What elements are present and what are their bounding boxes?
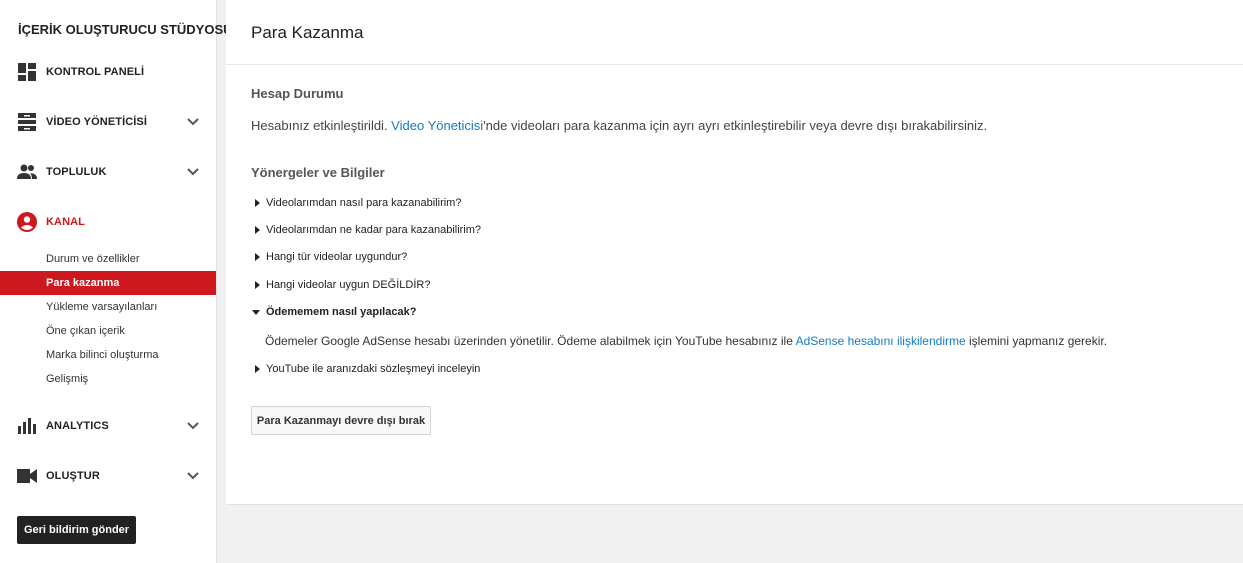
chevron-down-icon[interactable]: [186, 469, 200, 483]
sidebar-item-branding[interactable]: Marka bilinci oluşturma: [0, 343, 216, 367]
bar-chart-icon: [17, 416, 37, 436]
sub-item-label: Öne çıkan içerik: [46, 325, 125, 337]
studio-title: İÇERİK OLUŞTURUCU STÜDYOSU: [18, 22, 233, 37]
faq-answer-before: Ödemeler Google AdSense hesabı üzerinden…: [265, 334, 796, 348]
nav-item-channel[interactable]: KANAL: [0, 207, 216, 237]
video-manager-link[interactable]: Video Yöneticisi: [391, 118, 483, 133]
sidebar-item-status[interactable]: Durum ve özellikler: [0, 247, 216, 271]
sub-item-label: Durum ve özellikler: [46, 253, 140, 265]
faq-item[interactable]: Hangi tür videolar uygundur?: [251, 251, 407, 263]
faq-question: Videolarımdan nasıl para kazanabilirim?: [266, 197, 462, 209]
faq-question: Ödememem nasıl yapılacak?: [266, 306, 417, 318]
caret-right-icon: [255, 226, 260, 234]
chevron-down-icon[interactable]: [186, 419, 200, 433]
account-circle-icon: [17, 212, 37, 232]
nav-label-channel: KANAL: [46, 216, 85, 228]
main-panel: Para Kazanma Hesap Durumu Hesabınız etki…: [226, 0, 1243, 505]
nav-label-community: TOPLULUK: [46, 166, 107, 178]
video-camera-icon: [17, 466, 37, 486]
guidelines-heading: Yönergeler ve Bilgiler: [251, 165, 385, 180]
disable-monetization-button[interactable]: Para Kazanmayı devre dışı bırak: [251, 406, 431, 435]
caret-right-icon: [255, 253, 260, 261]
nav-label-dashboard: KONTROL PANELİ: [46, 66, 145, 78]
sub-item-label: Para kazanma: [46, 277, 120, 289]
faq-question: Hangi videolar uygun DEĞİLDİR?: [266, 279, 431, 291]
account-status-heading: Hesap Durumu: [251, 86, 344, 101]
nav-label-analytics: ANALYTICS: [46, 420, 109, 432]
faq-item[interactable]: Hangi videolar uygun DEĞİLDİR?: [251, 279, 430, 291]
faq-item[interactable]: YouTube ile aranızdaki sözleşmeyi incele…: [251, 363, 480, 375]
nav-item-analytics[interactable]: ANALYTICS: [0, 411, 216, 441]
faq-question: YouTube ile aranızdaki sözleşmeyi incele…: [266, 363, 481, 375]
video-manager-icon: [17, 112, 37, 132]
nav-item-community[interactable]: TOPLULUK: [0, 157, 216, 187]
caret-down-icon: [252, 309, 260, 315]
nav-label-video-manager: VİDEO YÖNETİCİSİ: [46, 116, 148, 128]
caret-right-icon: [255, 199, 260, 207]
sidebar: İÇERİK OLUŞTURUCU STÜDYOSU KONTROL PANEL…: [0, 0, 233, 563]
faq-item[interactable]: Ödememem nasıl yapılacak?: [251, 306, 416, 318]
faq-question: Hangi tür videolar uygundur?: [266, 251, 408, 263]
sidebar-item-upload-defaults[interactable]: Yükleme varsayılanları: [0, 295, 216, 319]
account-status-text-after: 'nde videoları para kazanma için ayrı ay…: [483, 118, 988, 133]
chevron-down-icon[interactable]: [186, 115, 200, 129]
people-icon: [17, 162, 37, 182]
sub-item-label: Marka bilinci oluşturma: [46, 349, 159, 361]
chevron-down-icon[interactable]: [186, 165, 200, 179]
page-title: Para Kazanma: [251, 23, 364, 42]
account-status-text: Hesabınız etkinleştirildi. Video Yönetic…: [251, 118, 987, 133]
sidebar-item-advanced[interactable]: Gelişmiş: [0, 367, 216, 391]
nav-item-dashboard[interactable]: KONTROL PANELİ: [0, 57, 216, 87]
faq-question: Videolarımdan ne kadar para kazanabiliri…: [266, 224, 482, 236]
nav-item-create[interactable]: OLUŞTUR: [0, 461, 216, 491]
send-feedback-button[interactable]: Geri bildirim gönder: [17, 516, 136, 544]
nav-label-create: OLUŞTUR: [46, 470, 100, 482]
sidebar-item-featured[interactable]: Öne çıkan içerik: [0, 319, 216, 343]
sidebar-item-monetization[interactable]: Para kazanma: [0, 271, 216, 295]
main-header: Para Kazanma: [226, 0, 1243, 65]
caret-right-icon: [255, 281, 260, 289]
faq-item[interactable]: Videolarımdan nasıl para kazanabilirim?: [251, 197, 461, 209]
faq-answer-after: işlemini yapmanız gerekir.: [965, 334, 1108, 348]
sub-item-label: Gelişmiş: [46, 373, 89, 385]
sub-item-label: Yükleme varsayılanları: [46, 301, 158, 313]
account-status-text-before: Hesabınız etkinleştirildi.: [251, 118, 392, 133]
adsense-link[interactable]: AdSense hesabını ilişkilendirme: [796, 334, 966, 348]
faq-item[interactable]: Videolarımdan ne kadar para kazanabiliri…: [251, 224, 481, 236]
nav-item-video-manager[interactable]: VİDEO YÖNETİCİSİ: [0, 107, 216, 137]
faq-answer: Ödemeler Google AdSense hesabı üzerinden…: [265, 334, 1107, 348]
dashboard-icon: [17, 62, 37, 82]
caret-right-icon: [255, 365, 260, 373]
